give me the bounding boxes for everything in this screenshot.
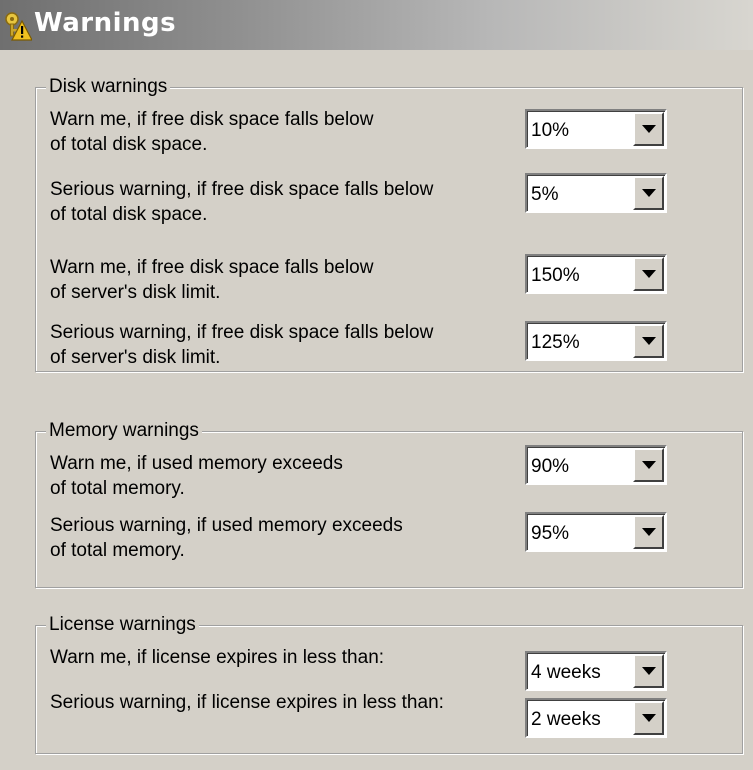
memory-warnings-group: Memory warnings Warn me, if used memory …: [35, 420, 743, 588]
select-value: 90%: [531, 456, 570, 477]
memory-serious-label: Serious warning, if used memory exceeds …: [50, 515, 403, 561]
dropdown-button[interactable]: [633, 176, 664, 210]
chevron-down-icon: [641, 528, 656, 536]
chevron-down-icon: [641, 125, 656, 133]
dropdown-button[interactable]: [633, 448, 664, 482]
select-value: 2 weeks: [531, 709, 601, 730]
memory-warnings-legend: Memory warnings: [46, 420, 202, 442]
select-value: 10%: [531, 120, 570, 141]
memory-warn-select[interactable]: 90%: [525, 445, 667, 485]
warning-key-icon: [5, 12, 32, 41]
disk-warnings-group: Disk warnings Warn me, if free disk spac…: [35, 76, 743, 372]
select-value: 150%: [531, 265, 580, 286]
dropdown-button[interactable]: [633, 515, 664, 549]
disk-warn-limit-select[interactable]: 150%: [525, 254, 667, 294]
page-title: Warnings: [34, 8, 177, 38]
license-warn-label: Warn me, if license expires in less than…: [50, 647, 385, 668]
disk-serious-limit-label: Serious warning, if free disk space fall…: [50, 322, 434, 368]
disk-serious-total-select[interactable]: 5%: [525, 173, 667, 213]
license-warnings-group: License warnings Warn me, if license exp…: [35, 614, 743, 754]
disk-serious-limit-select[interactable]: 125%: [525, 321, 667, 361]
chevron-down-icon: [641, 189, 656, 197]
disk-warn-total-select[interactable]: 10%: [525, 109, 667, 149]
memory-serious-select[interactable]: 95%: [525, 512, 667, 552]
disk-warn-limit-label: Warn me, if free disk space falls below …: [50, 257, 374, 303]
dropdown-button[interactable]: [633, 654, 664, 688]
memory-warn-label: Warn me, if used memory exceeds of total…: [50, 453, 343, 499]
license-warn-select[interactable]: 4 weeks: [525, 651, 667, 691]
license-serious-select[interactable]: 2 weeks: [525, 698, 667, 738]
select-value: 125%: [531, 332, 580, 353]
dropdown-button[interactable]: [633, 701, 664, 735]
chevron-down-icon: [641, 714, 656, 722]
license-warnings-legend: License warnings: [46, 614, 199, 636]
select-value: 95%: [531, 523, 570, 544]
disk-serious-total-label: Serious warning, if free disk space fall…: [50, 179, 434, 225]
chevron-down-icon: [641, 667, 656, 675]
chevron-down-icon: [641, 461, 656, 469]
disk-warn-total-label: Warn me, if free disk space falls below …: [50, 109, 374, 155]
license-serious-label: Serious warning, if license expires in l…: [50, 692, 444, 713]
dropdown-button[interactable]: [633, 112, 664, 146]
select-value: 5%: [531, 184, 559, 205]
chevron-down-icon: [641, 270, 656, 278]
dropdown-button[interactable]: [633, 257, 664, 291]
chevron-down-icon: [641, 337, 656, 345]
dropdown-button[interactable]: [633, 324, 664, 358]
panel-header: Warnings: [0, 0, 753, 50]
select-value: 4 weeks: [531, 662, 601, 683]
disk-warnings-legend: Disk warnings: [46, 76, 171, 98]
